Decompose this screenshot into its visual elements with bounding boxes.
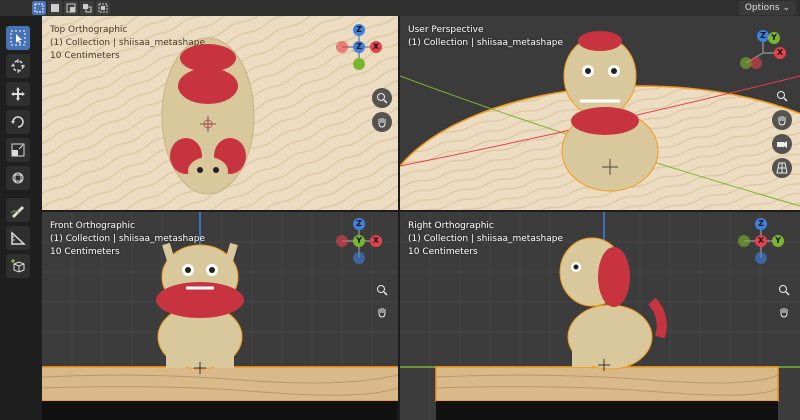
- selection-mode-group: [32, 1, 110, 15]
- zoom-button[interactable]: [774, 280, 794, 300]
- gizmo-x-axis[interactable]: X: [370, 235, 382, 247]
- gizmo-x-axis[interactable]: X: [774, 47, 786, 59]
- scale-icon: [11, 143, 25, 157]
- viewport-header: Options ⌄: [0, 0, 800, 16]
- camera-icon: [777, 141, 787, 148]
- view-name: Right Orthographic: [408, 221, 494, 231]
- zoom-icon: [377, 285, 388, 296]
- viewport-info: Front Orthographic (1) Collection | shii…: [50, 220, 205, 259]
- gizmo-y-axis-negative[interactable]: [353, 58, 365, 70]
- select-box-icon[interactable]: [32, 1, 46, 15]
- cursor-tool[interactable]: [6, 54, 30, 78]
- hand-icon: [378, 118, 386, 128]
- rotate-icon: [11, 116, 24, 128]
- hand-icon: [780, 308, 788, 318]
- rotate-tool[interactable]: [6, 110, 30, 134]
- viewport-user-perspective[interactable]: User Perspective (1) Collection | shiisa…: [400, 16, 800, 210]
- add-cube-icon: [11, 259, 25, 273]
- grid-scale-label: 10 Centimeters: [408, 247, 478, 257]
- annotate-icon: [10, 206, 24, 218]
- gizmo-y-axis[interactable]: Y: [772, 235, 784, 247]
- collection-label: (1) Collection | shiisaa_metashape: [50, 234, 205, 244]
- pan-button[interactable]: [772, 110, 792, 130]
- add-cube-tool[interactable]: [6, 254, 30, 278]
- pan-button[interactable]: [774, 302, 794, 322]
- pan-button[interactable]: [372, 302, 392, 322]
- cursor-icon: [11, 59, 25, 73]
- navigation-gizmo[interactable]: Z X Z: [336, 24, 382, 70]
- select-extend-icon[interactable]: [48, 1, 62, 15]
- viewport-info: Top Orthographic (1) Collection | shiisa…: [50, 24, 205, 63]
- scale-tool[interactable]: [6, 138, 30, 162]
- gizmo-z-axis-center[interactable]: Z: [353, 41, 365, 53]
- gizmo-x-axis[interactable]: X: [370, 41, 382, 53]
- grid-scale-label: 10 Centimeters: [50, 51, 120, 61]
- viewport-top-orthographic[interactable]: Top Orthographic (1) Collection | shiisa…: [42, 16, 398, 210]
- gizmo-x-axis-negative[interactable]: [336, 41, 348, 53]
- collection-label: (1) Collection | shiisaa_metashape: [408, 38, 563, 48]
- camera-view-button[interactable]: [772, 134, 792, 154]
- transform-icon: [12, 172, 24, 184]
- annotate-tool[interactable]: [6, 198, 30, 222]
- select-box-icon: [10, 30, 26, 46]
- select-invert-icon[interactable]: [80, 1, 94, 15]
- tool-sidebar: [0, 16, 42, 420]
- move-icon: [11, 87, 25, 101]
- zoom-button[interactable]: [372, 280, 392, 300]
- measure-tool[interactable]: [6, 226, 30, 250]
- zoom-icon: [377, 93, 388, 104]
- zoom-icon: [779, 285, 790, 296]
- gizmo-y-axis[interactable]: Y: [353, 235, 365, 247]
- hand-icon: [378, 308, 386, 318]
- navigation-gizmo[interactable]: Z X Y: [336, 218, 382, 264]
- viewport-info: Right Orthographic (1) Collection | shii…: [408, 220, 563, 259]
- gizmo-x-axis-negative[interactable]: [336, 235, 348, 247]
- perspective-toggle-button[interactable]: [772, 158, 792, 178]
- select-subtract-icon[interactable]: [64, 1, 78, 15]
- gizmo-z-axis-negative[interactable]: [755, 252, 767, 264]
- view-name: User Perspective: [408, 25, 484, 35]
- select-intersect-icon[interactable]: [96, 1, 110, 15]
- navigation-gizmo[interactable]: Z X Y: [740, 30, 786, 76]
- viewport-front-orthographic[interactable]: Front Orthographic (1) Collection | shii…: [42, 212, 398, 420]
- hand-icon: [778, 116, 786, 126]
- collection-label: (1) Collection | shiisaa_metashape: [408, 234, 563, 244]
- viewport-right-orthographic[interactable]: Right Orthographic (1) Collection | shii…: [400, 212, 800, 420]
- options-dropdown[interactable]: Options ⌄: [738, 1, 796, 15]
- pan-button[interactable]: [372, 112, 392, 132]
- options-label: Options: [744, 3, 780, 13]
- zoom-icon: [777, 91, 788, 102]
- view-name: Front Orthographic: [50, 221, 135, 231]
- select-box-tool[interactable]: [6, 26, 30, 50]
- collection-label: (1) Collection | shiisaa_metashape: [50, 38, 205, 48]
- view-name: Top Orthographic: [50, 25, 128, 35]
- gizmo-z-axis-negative[interactable]: [353, 252, 365, 264]
- chevron-down-icon: ⌄: [782, 3, 790, 13]
- gizmo-z-axis[interactable]: Z: [353, 24, 365, 36]
- measure-icon: [11, 231, 26, 245]
- gizmo-y-axis-negative[interactable]: [738, 235, 750, 247]
- grid-scale-label: 10 Centimeters: [50, 247, 120, 257]
- zoom-button[interactable]: [772, 86, 792, 106]
- transform-tool[interactable]: [6, 166, 30, 190]
- gizmo-z-axis[interactable]: Z: [353, 218, 365, 230]
- gizmo-y-axis[interactable]: Y: [768, 32, 780, 44]
- move-tool[interactable]: [6, 82, 30, 106]
- grid-icon: [776, 162, 788, 174]
- gizmo-z-axis[interactable]: Z: [755, 218, 767, 230]
- viewport-info: User Perspective (1) Collection | shiisa…: [408, 24, 563, 50]
- zoom-button[interactable]: [372, 88, 392, 108]
- navigation-gizmo[interactable]: Z Y X: [738, 218, 784, 264]
- gizmo-x-axis-negative[interactable]: [750, 57, 762, 69]
- gizmo-x-axis[interactable]: X: [755, 235, 767, 247]
